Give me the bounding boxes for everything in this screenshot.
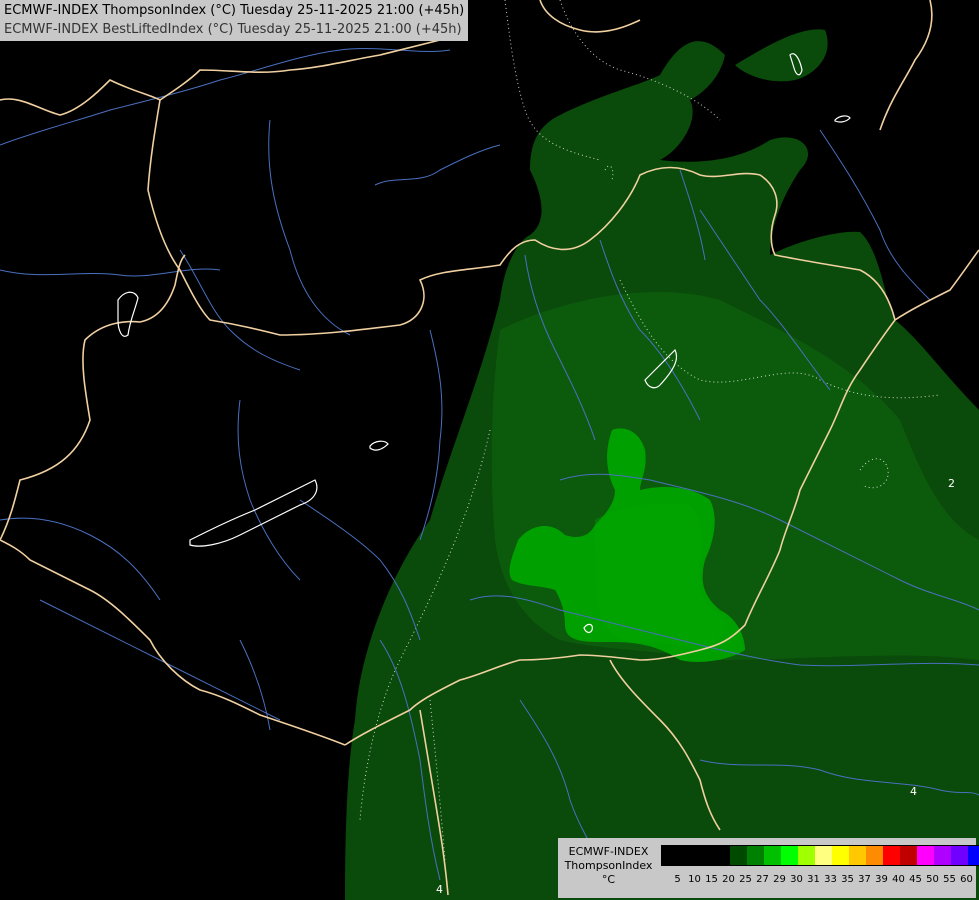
legend-tick-label: 40: [892, 874, 905, 885]
legend-unit: °C: [601, 873, 616, 886]
legend-swatch: [951, 846, 968, 865]
legend-tick-label: 37: [858, 874, 871, 885]
title-line-best-lifted-index: ECMWF-INDEX BestLiftedIndex (°C) Tuesday…: [4, 22, 462, 37]
legend-tick-label: 25: [739, 874, 752, 885]
legend-tick-label: 50: [926, 874, 939, 885]
map-title: ECMWF-INDEX ThompsonIndex (°C) Tuesday 2…: [0, 0, 469, 41]
title-line-thompson-index: ECMWF-INDEX ThompsonIndex (°C) Tuesday 2…: [4, 3, 465, 18]
legend-swatch: [849, 846, 866, 865]
color-legend: ECMWF-INDEX ThompsonIndex °C 5 10 15 20 25 27…: [558, 838, 979, 898]
legend-swatch: [798, 846, 815, 865]
legend-swatch: [679, 846, 696, 865]
legend-tick-label: 35: [841, 874, 854, 885]
legend-swatch: [696, 846, 713, 865]
legend-swatch: [866, 846, 883, 865]
legend-swatch: [900, 846, 917, 865]
contour-label: 4: [910, 785, 917, 798]
legend-swatch: [662, 846, 679, 865]
legend-tick-label: 10: [688, 874, 701, 885]
legend-tick-label: 39: [875, 874, 888, 885]
legend-tick-label: 29: [773, 874, 786, 885]
legend-swatch: [883, 846, 900, 865]
legend-swatch: [832, 846, 849, 865]
legend-swatch: [730, 846, 747, 865]
legend-model: ECMWF-INDEX: [568, 845, 649, 858]
legend-tick-label: 15: [705, 874, 718, 885]
legend-swatch: [764, 846, 781, 865]
legend-swatch: [713, 846, 730, 865]
legend-tick-label: 45: [909, 874, 922, 885]
legend-swatches: [661, 845, 979, 866]
legend-tick-label: 5: [674, 874, 681, 885]
legend-tick-label: 60: [960, 874, 973, 885]
legend-tick-label: 55: [943, 874, 956, 885]
contour-label: 4: [436, 883, 443, 896]
legend-tick-label: 33: [824, 874, 837, 885]
legend-tick-labels: 5 10 15 20 25 27 29 30 31 33 35 37 39 40 45 50 55 60: [661, 874, 975, 885]
legend-swatch: [917, 846, 934, 865]
legend-swatch: [934, 846, 951, 865]
legend-tick-label: 30: [790, 874, 803, 885]
legend-title: ECMWF-INDEX ThompsonIndex °C: [561, 845, 656, 887]
legend-parameter: ThompsonIndex: [564, 859, 653, 872]
legend-tick-label: 27: [756, 874, 769, 885]
legend-tick-label: 20: [722, 874, 735, 885]
weather-map: 2 4 4: [0, 0, 979, 900]
legend-swatch: [781, 846, 798, 865]
legend-swatch: [968, 846, 979, 865]
legend-swatch: [747, 846, 764, 865]
legend-swatch: [815, 846, 832, 865]
legend-tick-label: 31: [807, 874, 820, 885]
contour-label: 2: [948, 477, 955, 490]
